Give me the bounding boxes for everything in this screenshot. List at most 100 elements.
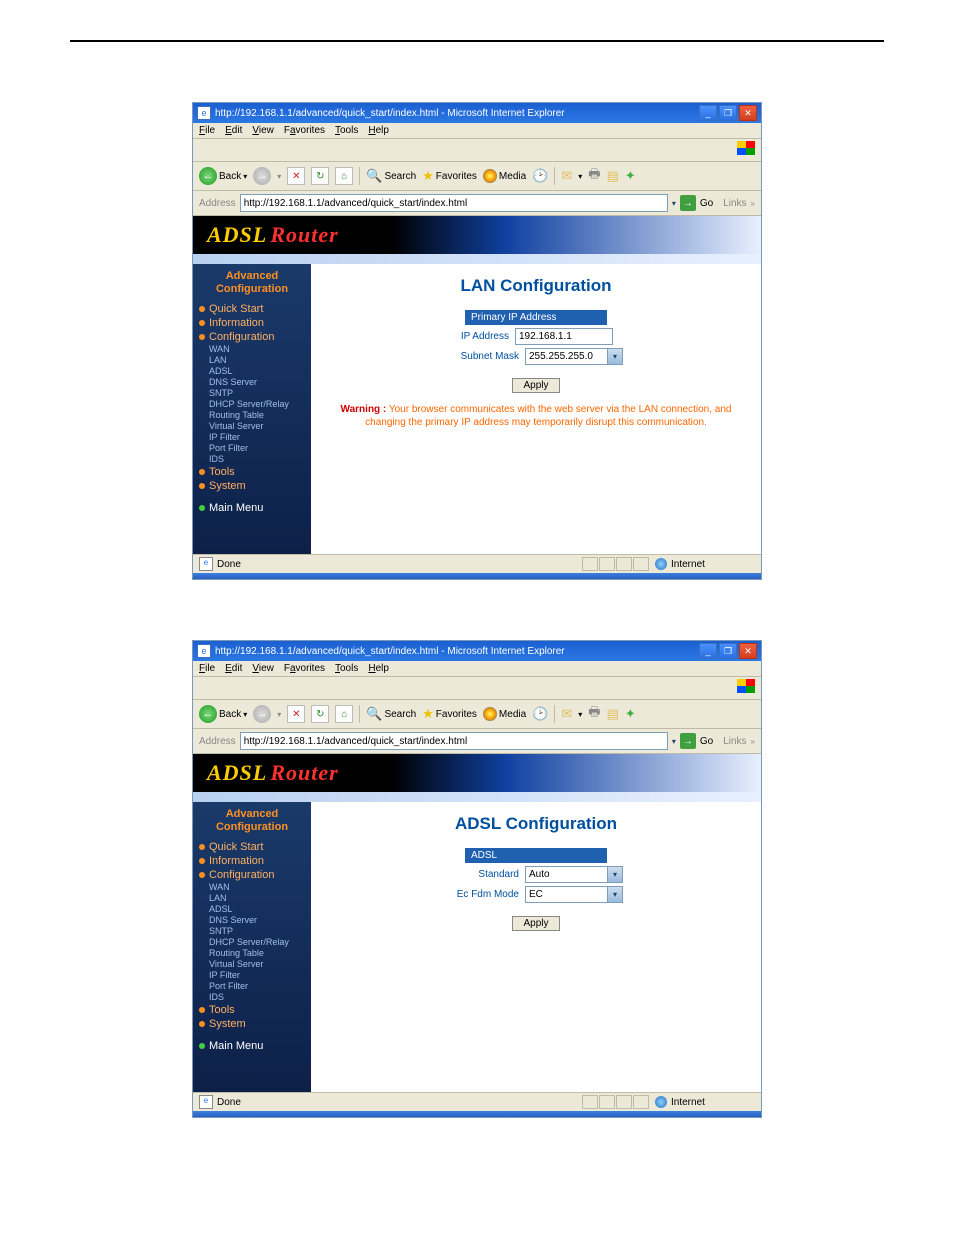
sb-routing[interactable]: Routing Table (193, 410, 311, 421)
print-button[interactable]: 🖶 (588, 165, 600, 187)
menu-tools[interactable]: Tools (335, 125, 358, 136)
sidebar-quickstart[interactable]: Quick Start (193, 302, 311, 316)
sb-dns[interactable]: DNS Server (193, 915, 311, 926)
go-button[interactable]: → (680, 733, 696, 749)
sidebar-mainmenu[interactable]: Main Menu (193, 501, 311, 515)
sidebar-mainmenu[interactable]: Main Menu (193, 1039, 311, 1053)
edit-button[interactable]: ▤ (607, 168, 619, 184)
sb-wan[interactable]: WAN (193, 344, 311, 355)
go-button[interactable]: → (680, 195, 696, 211)
menu-file[interactable]: File (199, 663, 215, 674)
minimize-button[interactable]: _ (699, 105, 717, 121)
forward-button[interactable]: → (253, 167, 271, 185)
minimize-button[interactable]: _ (699, 643, 717, 659)
sidebar-information[interactable]: Information (193, 854, 311, 868)
page-title: LAN Configuration (321, 276, 751, 296)
sb-dhcp[interactable]: DHCP Server/Relay (193, 399, 311, 410)
sidebar-quickstart[interactable]: Quick Start (193, 840, 311, 854)
back-button[interactable]: ←Back▾ (199, 167, 247, 185)
edit-button[interactable]: ▤ (607, 706, 619, 722)
refresh-button[interactable]: ↻ (311, 705, 329, 723)
sb-sntp[interactable]: SNTP (193, 926, 311, 937)
maximize-button[interactable]: ❐ (719, 643, 737, 659)
messenger-button[interactable]: ✦ (625, 706, 636, 722)
home-button[interactable]: ⌂ (335, 167, 353, 185)
search-button[interactable]: 🔍Search (366, 168, 416, 184)
maximize-button[interactable]: ❐ (719, 105, 737, 121)
sb-sntp[interactable]: SNTP (193, 388, 311, 399)
menu-edit[interactable]: Edit (225, 125, 242, 136)
sb-portfilter[interactable]: Port Filter (193, 981, 311, 992)
mail-button[interactable]: ✉ (561, 706, 572, 722)
history-button[interactable]: 🕑 (532, 168, 548, 184)
refresh-button[interactable]: ↻ (311, 167, 329, 185)
links-label[interactable]: Links (723, 198, 746, 209)
status-bar: eDone Internet (193, 554, 761, 573)
standard-label: Standard (449, 869, 519, 880)
mask-select[interactable] (525, 348, 623, 365)
sidebar-system[interactable]: System (193, 1017, 311, 1031)
stop-button[interactable]: ✕ (287, 705, 305, 723)
sb-adsl[interactable]: ADSL (193, 366, 311, 377)
menubar: File Edit View Favorites Tools Help (193, 123, 761, 139)
menu-favorites[interactable]: Favorites (284, 663, 325, 674)
sb-adsl[interactable]: ADSL (193, 904, 311, 915)
menu-help[interactable]: Help (368, 663, 389, 674)
apply-button[interactable]: Apply (512, 378, 559, 393)
apply-button[interactable]: Apply (512, 916, 559, 931)
menu-help[interactable]: Help (368, 125, 389, 136)
sb-ipfilter[interactable]: IP Filter (193, 432, 311, 443)
ecfdm-select[interactable] (525, 886, 623, 903)
back-button[interactable]: ←Back▾ (199, 705, 247, 723)
links-label[interactable]: Links (723, 736, 746, 747)
titlebar[interactable]: e http://192.168.1.1/advanced/quick_star… (193, 103, 761, 123)
menu-edit[interactable]: Edit (225, 663, 242, 674)
favorites-button[interactable]: ★Favorites (422, 706, 477, 722)
sb-vserver[interactable]: Virtual Server (193, 421, 311, 432)
globe-icon (655, 1096, 667, 1108)
menu-tools[interactable]: Tools (335, 663, 358, 674)
home-button[interactable]: ⌂ (335, 705, 353, 723)
menu-view[interactable]: View (252, 663, 274, 674)
sidebar-configuration[interactable]: Configuration (193, 330, 311, 344)
media-button[interactable]: Media (483, 707, 526, 721)
close-button[interactable]: ✕ (739, 643, 757, 659)
sb-portfilter[interactable]: Port Filter (193, 443, 311, 454)
standard-select[interactable] (525, 866, 623, 883)
menubar: File Edit View Favorites Tools Help (193, 661, 761, 677)
search-button[interactable]: 🔍Search (366, 706, 416, 722)
sb-wan[interactable]: WAN (193, 882, 311, 893)
messenger-button[interactable]: ✦ (625, 168, 636, 184)
sb-ids[interactable]: IDS (193, 992, 311, 1003)
titlebar[interactable]: e http://192.168.1.1/advanced/quick_star… (193, 641, 761, 661)
brand-adsl: ADSL (207, 760, 267, 786)
forward-button[interactable]: → (253, 705, 271, 723)
sb-dhcp[interactable]: DHCP Server/Relay (193, 937, 311, 948)
sb-lan[interactable]: LAN (193, 355, 311, 366)
stop-button[interactable]: ✕ (287, 167, 305, 185)
sidebar-configuration[interactable]: Configuration (193, 868, 311, 882)
address-input[interactable] (240, 732, 668, 750)
sidebar-tools[interactable]: Tools (193, 465, 311, 479)
menu-view[interactable]: View (252, 125, 274, 136)
sb-ipfilter[interactable]: IP Filter (193, 970, 311, 981)
mail-button[interactable]: ✉ (561, 168, 572, 184)
favorites-button[interactable]: ★Favorites (422, 168, 477, 184)
sidebar-information[interactable]: Information (193, 316, 311, 330)
zone-text: Internet (671, 1097, 705, 1108)
sb-routing[interactable]: Routing Table (193, 948, 311, 959)
menu-file[interactable]: File (199, 125, 215, 136)
sb-ids[interactable]: IDS (193, 454, 311, 465)
media-button[interactable]: Media (483, 169, 526, 183)
sidebar-system[interactable]: System (193, 479, 311, 493)
sb-lan[interactable]: LAN (193, 893, 311, 904)
sidebar-tools[interactable]: Tools (193, 1003, 311, 1017)
close-button[interactable]: ✕ (739, 105, 757, 121)
sb-dns[interactable]: DNS Server (193, 377, 311, 388)
ip-input[interactable] (515, 328, 613, 345)
menu-favorites[interactable]: Favorites (284, 125, 325, 136)
print-button[interactable]: 🖶 (588, 703, 600, 725)
sb-vserver[interactable]: Virtual Server (193, 959, 311, 970)
history-button[interactable]: 🕑 (532, 706, 548, 722)
address-input[interactable] (240, 194, 668, 212)
